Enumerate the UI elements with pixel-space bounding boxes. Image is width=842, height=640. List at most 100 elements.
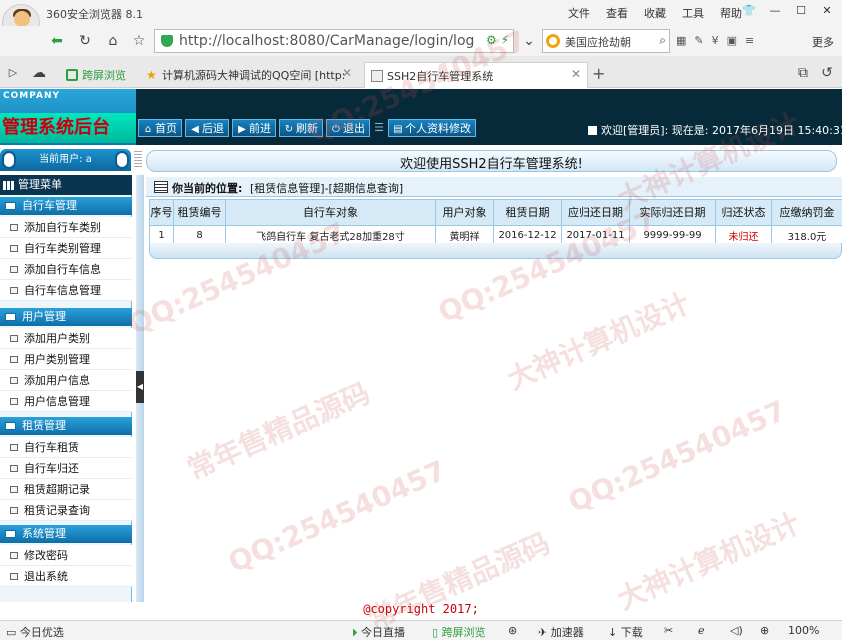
today-live[interactable]: ⏵ 今日直播: [352, 624, 405, 640]
current-user-label: 当前用户: a: [39, 154, 92, 165]
shield-icon[interactable]: ⊛: [508, 624, 517, 637]
bullet-icon: [10, 245, 18, 252]
menu-favorites[interactable]: 收藏: [644, 5, 666, 21]
search-box[interactable]: 美国应抢劫朝 ⌕: [542, 29, 670, 53]
minimize-button[interactable]: —: [764, 2, 786, 20]
restore-tab-icon[interactable]: ⧉: [792, 62, 814, 84]
dropdown-icon[interactable]: ⌄: [518, 30, 540, 52]
back-arrow-icon: ◀: [191, 124, 199, 135]
nav-forward[interactable]: ▶ 前进: [232, 119, 276, 137]
checkbox-icon: [588, 126, 597, 135]
nav-back[interactable]: ◀ 后退: [185, 119, 229, 137]
sidebar-item-add-bike-category[interactable]: 添加自行车类别: [0, 217, 132, 238]
close-tab-icon[interactable]: ✕: [342, 66, 352, 80]
bullet-icon: [10, 507, 18, 514]
sidebar-item-bike-info-mgmt[interactable]: 自行车信息管理: [0, 280, 132, 301]
group-bike-management[interactable]: 自行车管理: [0, 197, 132, 215]
tab-bike-system[interactable]: SSH2自行车管理系统 ✕: [364, 62, 588, 88]
favorite-star-icon[interactable]: ☆: [128, 30, 150, 52]
search-input[interactable]: 美国应抢劫朝: [565, 34, 631, 50]
new-tab-button[interactable]: +: [592, 64, 605, 83]
column-header: 实际归还日期: [629, 199, 716, 226]
nav-refresh[interactable]: ↻ 刷新: [279, 119, 323, 137]
reload-icon[interactable]: ↻: [74, 30, 96, 52]
url-action-icons[interactable]: ⚙ ⚡: [486, 33, 509, 47]
banner-logo-area: COMPANY 管理系统后台: [0, 89, 136, 145]
column-header: 应归还日期: [561, 199, 630, 226]
welcome-bar: 当前用户: a 欢迎使用SSH2自行车管理系统!: [0, 147, 842, 175]
window-controls: 👕 — ☐ ✕: [738, 2, 838, 20]
status-label: 下载: [620, 626, 643, 639]
ie-icon[interactable]: ℯ: [698, 624, 705, 637]
download-icon: ↓: [608, 626, 621, 639]
sidebar-toggle-icon[interactable]: ▷: [2, 62, 24, 84]
nav-home[interactable]: ⌂ 首页: [138, 119, 182, 137]
group-rental-management[interactable]: 租赁管理: [0, 417, 132, 435]
page-content: COMPANY 管理系统后台 ⌂ 首页 ◀ 后退 ▶ 前进 ↻ 刷新 ⏻ 退出 ☰ ▤ 个人…: [0, 89, 842, 620]
menu-tools[interactable]: 工具: [682, 5, 704, 21]
sidebar-item-add-bike-info[interactable]: 添加自行车信息: [0, 259, 132, 280]
sidebar-item-bike-return[interactable]: 自行车归还: [0, 458, 132, 479]
back-icon[interactable]: ⬅: [46, 30, 68, 52]
money-icon[interactable]: ¥: [712, 34, 719, 47]
sidebar-item-user-category-mgmt[interactable]: 用户类别管理: [0, 349, 132, 370]
sidebar-item-change-password[interactable]: 修改密码: [0, 545, 132, 566]
sidebar-item-rental-query[interactable]: 租赁记录查询: [0, 500, 132, 521]
folder-icon: [5, 422, 16, 430]
cross-screen[interactable]: ▯ 跨屏浏览: [432, 624, 486, 640]
page-icon: [371, 70, 383, 82]
address-bar[interactable]: http://localhost:8080/CarManage/login/lo…: [154, 29, 514, 53]
more-button[interactable]: 更多: [812, 34, 834, 50]
nav-profile[interactable]: ▤ 个人资料修改: [388, 119, 476, 137]
group-title: 租赁管理: [22, 419, 66, 432]
group-title: 自行车管理: [22, 199, 77, 212]
sidebar-item-label: 添加自行车类别: [24, 221, 101, 234]
sidebar-item-add-user-category[interactable]: 添加用户类别: [0, 328, 132, 349]
close-button[interactable]: ✕: [816, 2, 838, 20]
sidebar-item-bike-category-mgmt[interactable]: 自行车类别管理: [0, 238, 132, 259]
skin-icon[interactable]: 👕: [738, 2, 760, 20]
current-user-panel: 当前用户: a: [0, 149, 131, 171]
folder-icon: [5, 313, 16, 321]
menu-header: 管理菜单: [0, 175, 132, 195]
welcome-datetime: 欢迎[管理员]: 现在是: 2017年6月19日 15:40:31: [588, 122, 842, 138]
sidebar-item-label: 用户信息管理: [24, 395, 90, 408]
bullet-icon: [10, 465, 18, 472]
undo-close-icon[interactable]: ↺: [816, 62, 838, 84]
tab-cross-screen[interactable]: 跨屏浏览: [60, 62, 136, 88]
tab-qq-space[interactable]: ★ 计算机源码大神调试的QQ空间 [http: ✕: [140, 62, 358, 88]
cloud-icon[interactable]: ☁: [28, 62, 50, 84]
status-label: 今日优选: [19, 626, 64, 639]
sidebar-item-bike-rental[interactable]: 自行车租赁: [0, 437, 132, 458]
accelerator[interactable]: ✈ 加速器: [538, 624, 584, 640]
ad-block-icon[interactable]: ▣: [727, 34, 737, 47]
close-tab-icon[interactable]: ✕: [571, 67, 581, 81]
maximize-button[interactable]: ☐: [790, 2, 812, 20]
sidebar-item-user-info-mgmt[interactable]: 用户信息管理: [0, 391, 132, 412]
translate-icon[interactable]: ✎: [694, 34, 703, 47]
address-text[interactable]: http://localhost:8080/CarManage/login/lo…: [179, 33, 475, 49]
sidebar-item-add-user-info[interactable]: 添加用户信息: [0, 370, 132, 391]
sidebar-item-label: 租赁超期记录: [24, 483, 90, 496]
screenshot-icon[interactable]: ✂: [664, 624, 673, 637]
downloads[interactable]: ↓ 下载: [608, 624, 643, 640]
search-icon[interactable]: ⌕: [659, 33, 666, 48]
group-system-management[interactable]: 系统管理: [0, 525, 132, 543]
volume-icon[interactable]: ◁): [730, 624, 743, 637]
collapse-arrow-icon[interactable]: ◀: [136, 371, 144, 403]
zoom-level[interactable]: 100%: [788, 624, 819, 637]
today-picks[interactable]: ▭ 今日优选: [6, 624, 64, 640]
zoom-icon[interactable]: ⊕: [760, 624, 769, 637]
picks-icon: ▭: [6, 626, 20, 639]
sidebar-item-label: 退出系统: [24, 570, 68, 583]
sidebar-item-logout[interactable]: 退出系统: [0, 566, 132, 587]
sidebar-item-overdue-records[interactable]: 租赁超期记录: [0, 479, 132, 500]
menu-lines-icon[interactable]: ≡: [745, 34, 754, 47]
home-icon[interactable]: ⌂: [102, 30, 124, 52]
group-user-management[interactable]: 用户管理: [0, 308, 132, 326]
menu-file[interactable]: 文件: [568, 5, 590, 21]
menu-view[interactable]: 查看: [606, 5, 628, 21]
nav-exit[interactable]: ⏻ 退出: [326, 119, 370, 137]
apps-grid-icon[interactable]: ▦: [676, 34, 686, 47]
location-label: 你当前的位置:: [172, 182, 243, 195]
